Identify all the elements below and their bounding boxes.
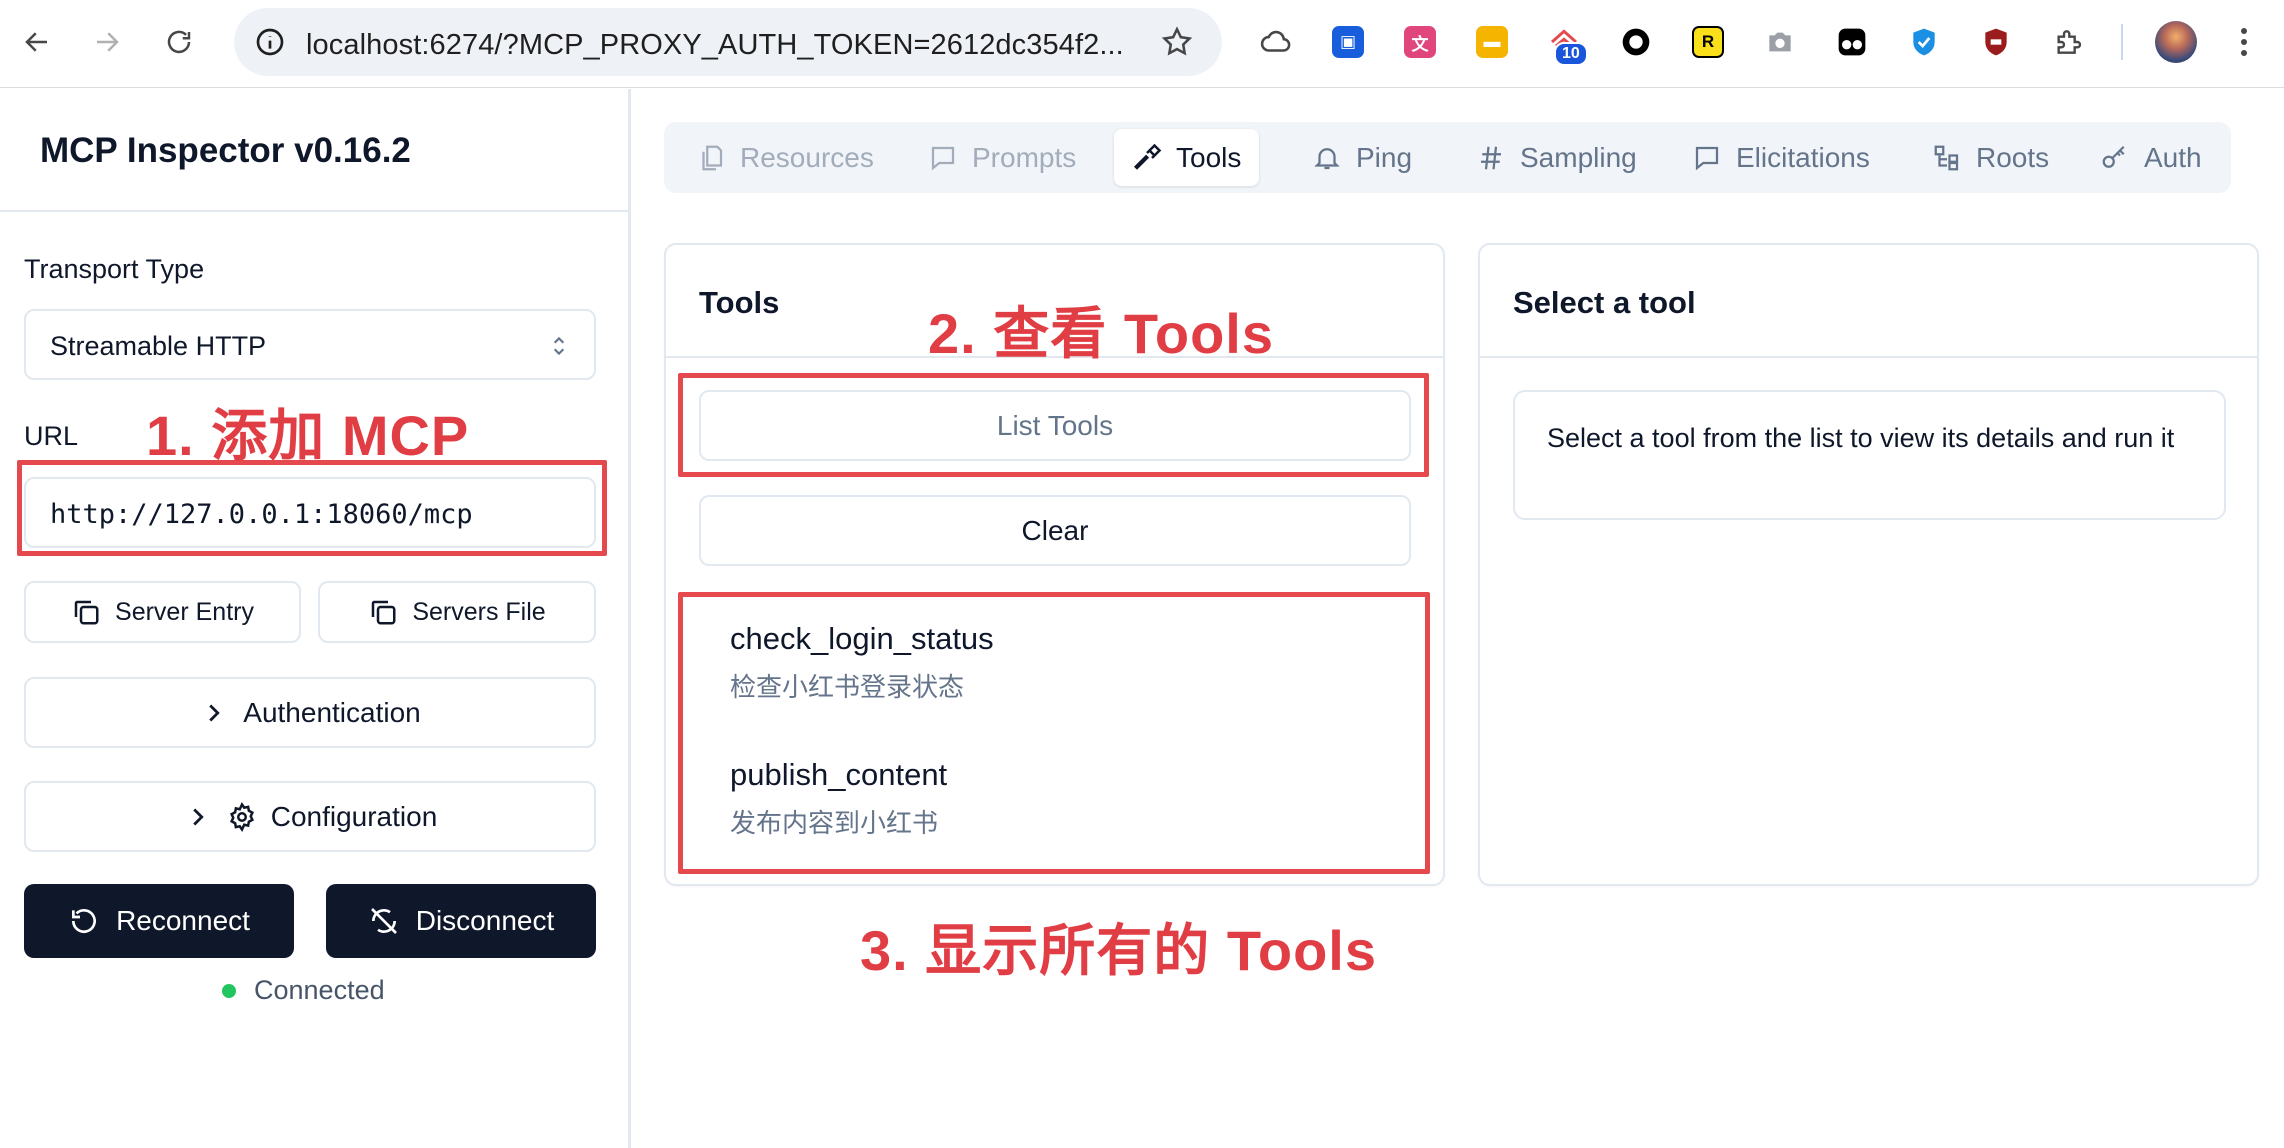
message-icon [928, 143, 958, 173]
tools-panel-title: Tools [699, 285, 779, 321]
server-entry-label: Server Entry [115, 598, 254, 627]
reload-button[interactable] [160, 18, 198, 66]
tab-elicitations[interactable]: Elicitations [1674, 129, 1888, 186]
tab-label: Roots [1976, 142, 2049, 174]
annotation-step-2: 2. 查看 Tools [928, 289, 1274, 370]
annotation-step-1: 1. 添加 MCP [146, 391, 469, 472]
info-icon[interactable] [254, 26, 286, 58]
disconnect-label: Disconnect [416, 905, 555, 937]
panel-divider [1480, 356, 2257, 358]
bitwarden-icon[interactable]: ▣ [1328, 22, 1368, 62]
tab-prompts[interactable]: Prompts [910, 129, 1094, 186]
status-text: Connected [254, 975, 385, 1006]
cloud-icon[interactable] [1256, 22, 1296, 62]
address-bar[interactable]: localhost:6274/?MCP_PROXY_AUTH_TOKEN=261… [234, 8, 1222, 76]
url-text[interactable]: localhost:6274/?MCP_PROXY_AUTH_TOKEN=261… [306, 29, 1124, 62]
tab-label: Resources [740, 142, 874, 174]
profile-avatar[interactable] [2155, 21, 2197, 63]
tab-label: Elicitations [1736, 142, 1870, 174]
forward-button[interactable] [88, 18, 126, 66]
select-tool-message: Select a tool from the list to view its … [1513, 390, 2226, 520]
tab-label: Prompts [972, 142, 1076, 174]
server-entry-button[interactable]: Server Entry [24, 581, 301, 643]
tab-label: Auth [2144, 142, 2202, 174]
tampermonkey-icon[interactable] [1832, 22, 1872, 62]
reconnect-button[interactable]: Reconnect [24, 884, 294, 958]
gear-icon [227, 802, 257, 832]
r-icon[interactable]: R [1688, 22, 1728, 62]
servers-file-button[interactable]: Servers File [318, 581, 596, 643]
back-button[interactable] [18, 18, 56, 66]
connection-status: Connected [222, 975, 385, 1006]
tab-sampling[interactable]: Sampling [1458, 129, 1655, 186]
tab-label: Tools [1176, 142, 1241, 174]
bell-icon [1312, 143, 1342, 173]
camera-icon[interactable] [1760, 22, 1800, 62]
reload-icon [164, 27, 194, 57]
refresh-off-icon [368, 905, 400, 937]
annotation-box-list-tools [678, 373, 1429, 477]
toolbar-separator [2121, 24, 2123, 60]
hammer-icon [1132, 143, 1162, 173]
tab-bar: Resources Prompts Tools Ping Sampling El… [664, 122, 2231, 193]
hash-icon [1476, 143, 1506, 173]
browser-toolbar: localhost:6274/?MCP_PROXY_AUTH_TOKEN=261… [0, 0, 2284, 88]
bookmark-star-icon[interactable] [1160, 25, 1194, 59]
url-label: URL [24, 421, 78, 452]
circle-icon[interactable] [1616, 22, 1656, 62]
message-icon [1692, 143, 1722, 173]
clear-label: Clear [1022, 515, 1089, 547]
detail-panel-title: Select a tool [1513, 285, 1696, 321]
key-icon [2100, 143, 2130, 173]
authentication-label: Authentication [243, 697, 420, 729]
puzzle-icon[interactable] [2048, 22, 2088, 62]
tab-auth[interactable]: Auth [2082, 129, 2220, 186]
tab-ping[interactable]: Ping [1294, 129, 1430, 186]
rotate-ccw-icon [68, 905, 100, 937]
chevron-right-icon [199, 698, 229, 728]
translate-icon[interactable]: 文 [1400, 22, 1440, 62]
sidebar: MCP Inspector v0.16.2 Transport Type Str… [0, 89, 631, 1148]
transport-type-select[interactable]: Streamable HTTP [24, 309, 596, 380]
file-icon [696, 143, 726, 173]
arrow-right-icon [92, 27, 122, 57]
copy-icon [368, 597, 398, 627]
transport-type-label: Transport Type [24, 254, 204, 285]
browser-menu-icon[interactable] [2234, 20, 2254, 64]
ublock-icon[interactable] [1976, 22, 2016, 62]
tab-roots[interactable]: Roots [1914, 129, 2067, 186]
tab-label: Sampling [1520, 142, 1637, 174]
sidebar-divider [0, 210, 628, 212]
shield-icon[interactable] [1904, 22, 1944, 62]
tab-tools[interactable]: Tools [1114, 129, 1259, 186]
annotation-box-url [17, 460, 607, 556]
copy-icon [71, 597, 101, 627]
status-dot [222, 984, 236, 998]
app-title: MCP Inspector v0.16.2 [40, 131, 411, 171]
chevron-right-icon [183, 802, 213, 832]
tab-resources[interactable]: Resources [678, 129, 892, 186]
folder-tree-icon [1932, 143, 1962, 173]
chevrons-up-down-icon [546, 333, 572, 359]
servers-file-label: Servers File [412, 598, 545, 627]
annotation-box-tool-list [678, 592, 1430, 874]
annotation-step-3: 3. 显示所有的 Tools [860, 906, 1377, 987]
configuration-toggle[interactable]: Configuration [24, 781, 596, 852]
reconnect-label: Reconnect [116, 905, 250, 937]
tab-label: Ping [1356, 142, 1412, 174]
tool-detail-panel: Select a tool Select a tool from the lis… [1478, 243, 2259, 886]
arrow-left-icon [22, 27, 52, 57]
configuration-label: Configuration [271, 801, 438, 833]
transport-type-value: Streamable HTTP [50, 331, 266, 362]
notes-icon[interactable]: ▬ [1472, 22, 1512, 62]
extension-badge: 10 [1554, 42, 1588, 66]
disconnect-button[interactable]: Disconnect [326, 884, 596, 958]
authentication-toggle[interactable]: Authentication [24, 677, 596, 748]
clear-button[interactable]: Clear [699, 495, 1411, 566]
